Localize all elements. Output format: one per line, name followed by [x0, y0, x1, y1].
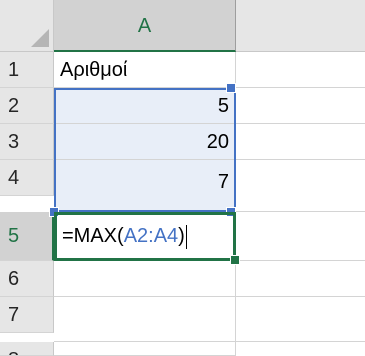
row-header-8[interactable]: 8	[0, 342, 54, 356]
text-caret	[185, 224, 187, 249]
cell-a4[interactable]: 7	[54, 160, 236, 212]
formula-prefix: =MAX(	[62, 225, 124, 247]
cell-b2[interactable]	[236, 88, 365, 124]
select-all-icon	[31, 29, 49, 47]
cell-b6[interactable]	[236, 261, 365, 297]
row-header-7[interactable]: 7	[0, 297, 54, 333]
row-header-2[interactable]: 2	[0, 88, 54, 124]
row-header-5[interactable]: 5	[0, 212, 54, 261]
cell-b5[interactable]	[236, 212, 365, 261]
cell-a5-editing[interactable]: =MAX(A2:A4)	[54, 212, 236, 261]
row-header-6[interactable]: 6	[0, 261, 54, 297]
row-header-1[interactable]: 1	[0, 52, 54, 88]
cell-b4[interactable]	[236, 160, 365, 212]
select-all-corner[interactable]	[0, 0, 54, 52]
spreadsheet-grid: A 1 2 3 4 5 6 7 8 Αριθμοί 5 20 7 =MAX(A2…	[0, 0, 365, 356]
cell-b3[interactable]	[236, 124, 365, 160]
cell-a1[interactable]: Αριθμοί	[54, 52, 236, 88]
cell-a2[interactable]: 5	[54, 88, 236, 124]
formula-suffix: )	[178, 225, 185, 247]
cell-a3[interactable]: 20	[54, 124, 236, 160]
cell-a7[interactable]	[54, 297, 236, 342]
row-header-3[interactable]: 3	[0, 124, 54, 160]
cell-a6[interactable]	[54, 261, 236, 297]
formula-range: A2:A4	[123, 225, 179, 247]
fill-handle[interactable]	[230, 255, 240, 265]
reference-handle-top-right[interactable]	[226, 83, 236, 93]
row-header-4[interactable]: 4	[0, 160, 54, 196]
cell-a8[interactable]	[54, 342, 236, 356]
column-header-a[interactable]: A	[54, 0, 236, 52]
cell-b1[interactable]	[236, 52, 365, 88]
cell-b7[interactable]	[236, 297, 365, 342]
column-header-empty	[236, 0, 365, 52]
